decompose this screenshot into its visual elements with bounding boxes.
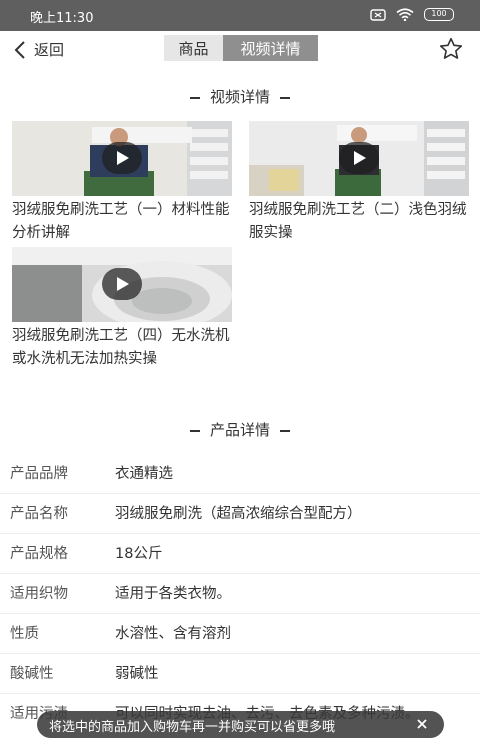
play-icon: [117, 151, 129, 165]
spec-key: 酸碱性: [10, 666, 54, 682]
chevron-left-icon: [14, 40, 25, 59]
video-thumbnail[interactable]: [12, 121, 232, 196]
spec-key: 适用织物: [10, 586, 68, 602]
product-section-title: 产品详情: [0, 419, 480, 440]
video-thumbnail[interactable]: [12, 247, 232, 322]
spec-row: 性质 水溶性、含有溶剂: [0, 614, 480, 654]
tab-product[interactable]: 商品: [164, 35, 223, 61]
toast-banner: 将选中的商品加入购物车再一并购买可以省更多哦: [37, 711, 444, 738]
spec-value: 适用于各类衣物。: [115, 586, 231, 602]
close-icon: [417, 719, 427, 729]
spec-row: 酸碱性 弱碱性: [0, 654, 480, 694]
play-button[interactable]: [339, 142, 379, 174]
tab-video-details[interactable]: 视频详情: [223, 35, 318, 61]
segmented-tabs: 商品 视频详情: [164, 35, 318, 61]
spec-row: 产品规格 18公斤: [0, 534, 480, 574]
status-time: 晚上11:30: [30, 11, 94, 26]
spec-value: 水溶性、含有溶剂: [115, 626, 231, 642]
play-button[interactable]: [102, 142, 142, 174]
sim-off-icon: [370, 8, 386, 21]
battery-level: 100: [431, 9, 447, 18]
favorite-button[interactable]: [438, 36, 464, 62]
spec-row: 产品品牌 衣通精选: [0, 454, 480, 494]
video-title: 羽绒服免刷洗工艺（四）无水洗机或水洗机无法加热实操: [12, 328, 230, 367]
nav-bar: 返回 商品 视频详情: [0, 31, 480, 68]
video-card[interactable]: 羽绒服免刷洗工艺（四）无水洗机或水洗机无法加热实操: [12, 247, 232, 371]
video-card[interactable]: 羽绒服免刷洗工艺（一）材料性能分析讲解: [12, 121, 232, 245]
product-section-label: 产品详情: [209, 421, 270, 439]
video-section-title: 视频详情: [0, 86, 480, 107]
play-icon: [117, 277, 129, 291]
play-button[interactable]: [102, 268, 142, 300]
spec-value: 18公斤: [115, 546, 163, 562]
spec-key: 产品品牌: [10, 466, 68, 482]
spec-value: 弱碱性: [115, 666, 159, 682]
toast-close-button[interactable]: [414, 716, 430, 732]
status-icons: 100: [370, 8, 454, 21]
status-bar: 晚上11:30 100: [0, 0, 480, 31]
spec-value: 衣通精选: [115, 466, 173, 482]
back-label: 返回: [34, 41, 65, 59]
spec-key: 产品名称: [10, 506, 68, 522]
wifi-icon: [396, 8, 414, 21]
video-section-label: 视频详情: [209, 88, 270, 106]
play-icon: [354, 151, 366, 165]
spec-key: 性质: [10, 626, 39, 642]
spec-row: 产品名称 羽绒服免刷洗（超高浓缩综合型配方）: [0, 494, 480, 534]
video-title: 羽绒服免刷洗工艺（一）材料性能分析讲解: [12, 202, 230, 241]
spec-key: 产品规格: [10, 546, 68, 562]
star-icon: [439, 37, 463, 59]
video-title: 羽绒服免刷洗工艺（二）浅色羽绒服实操: [249, 202, 467, 241]
spec-row: 适用织物 适用于各类衣物。: [0, 574, 480, 614]
spec-value: 羽绒服免刷洗（超高浓缩综合型配方）: [115, 506, 362, 522]
video-thumbnail[interactable]: [249, 121, 469, 196]
video-card[interactable]: 羽绒服免刷洗工艺（二）浅色羽绒服实操: [249, 121, 469, 245]
toast-text: 将选中的商品加入购物车再一并购买可以省更多哦: [49, 720, 336, 735]
back-button[interactable]: 返回: [14, 31, 64, 68]
battery-icon: 100: [424, 8, 454, 21]
